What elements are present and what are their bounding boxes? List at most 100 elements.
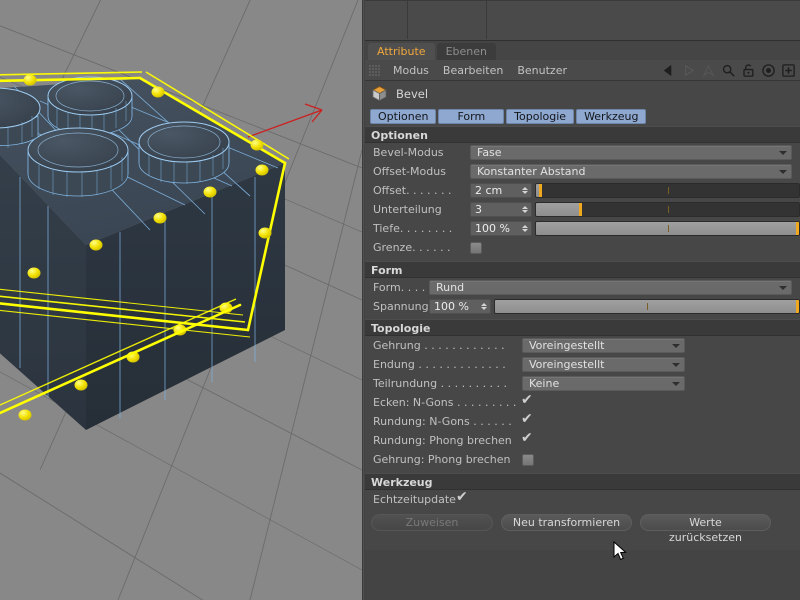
slider-unterteilung[interactable] xyxy=(535,202,800,217)
row-grenze: Grenze. . . . . . xyxy=(365,238,800,257)
forward-arrow-icon[interactable] xyxy=(681,63,696,78)
neu-transformieren-button[interactable]: Neu transformieren xyxy=(501,514,632,531)
input-tiefe[interactable]: 100 % xyxy=(470,221,532,236)
object-header: Bevel xyxy=(365,81,800,106)
dropdown-offset-modus-value: Konstanter Abstand xyxy=(477,165,586,178)
chevron-down-icon xyxy=(672,381,680,386)
label-endung: Endung . . . . . . . . . . . . . xyxy=(373,358,506,371)
tool-button-row: Zuweisen Neu transformieren Werte zurück… xyxy=(365,509,800,544)
section-header-form: Form xyxy=(365,261,800,278)
input-offset[interactable]: 2 cm xyxy=(470,183,532,198)
label-rundung-ngons: Rundung: N-Gons . . . . . . xyxy=(373,415,512,428)
menu-benutzer[interactable]: Benutzer xyxy=(510,64,574,77)
row-bevel-modus: Bevel-Modus Fase xyxy=(365,143,800,162)
dropdown-teilrundung-value: Keine xyxy=(529,377,560,390)
checkbox-ecken-ngons[interactable] xyxy=(521,393,534,409)
label-spannung: Spannung xyxy=(373,300,429,313)
row-endung: Endung . . . . . . . . . . . . . Voreing… xyxy=(365,355,800,374)
dropdown-teilrundung[interactable]: Keine xyxy=(522,376,685,391)
chevron-down-icon xyxy=(779,169,787,174)
label-tiefe: Tiefe. . . . . . . . xyxy=(373,222,453,235)
spinner-offset[interactable] xyxy=(522,187,529,194)
cinema4d-window: Attribute Ebenen Modus Bearbeiten Benutz… xyxy=(0,0,800,600)
checkbox-echtzeitupdate[interactable] xyxy=(456,490,469,506)
slider-spannung[interactable] xyxy=(494,299,800,314)
input-spannung-value: 100 % xyxy=(434,300,469,313)
label-gehrung: Gehrung . . . . . . . . . . . . xyxy=(373,339,505,352)
panel-tabbar: Attribute Ebenen xyxy=(365,41,800,60)
dropdown-bevel-modus[interactable]: Fase xyxy=(470,145,792,160)
spinner-tiefe[interactable] xyxy=(522,225,529,232)
checkbox-rundung-phong[interactable] xyxy=(521,431,534,447)
slider-offset[interactable] xyxy=(535,183,800,198)
menu-bearbeiten[interactable]: Bearbeiten xyxy=(436,64,510,77)
dropdown-offset-modus[interactable]: Konstanter Abstand xyxy=(470,164,792,179)
row-form: Form. . . . Rund xyxy=(365,278,800,297)
object-name: Bevel xyxy=(396,86,429,101)
section-tabbar: Optionen Form Topologie Werkzeug xyxy=(365,106,800,126)
checkbox-grenze[interactable] xyxy=(470,241,482,254)
chevron-down-icon xyxy=(779,285,787,290)
tab-attribute[interactable]: Attribute xyxy=(368,43,435,60)
label-ecken-ngons: Ecken: N-Gons . . . . . . . . . xyxy=(373,396,517,409)
menu-modus[interactable]: Modus xyxy=(386,64,436,77)
row-tiefe: Tiefe. . . . . . . . 100 % xyxy=(365,219,800,238)
section-tab-optionen[interactable]: Optionen xyxy=(370,108,437,124)
dropdown-gehrung[interactable]: Voreingestellt xyxy=(522,338,685,353)
section-body-form: Form. . . . Rund Spannung 100 % xyxy=(365,278,800,319)
row-rundung-phong: Rundung: Phong brechen xyxy=(365,431,800,450)
grip-dots-icon[interactable] xyxy=(369,63,381,77)
row-spannung: Spannung 100 % xyxy=(365,297,800,316)
label-offset-modus: Offset-Modus xyxy=(373,165,446,178)
lock-icon[interactable] xyxy=(741,63,756,78)
werte-zuruecksetzen-button[interactable]: Werte zurücksetzen xyxy=(640,514,771,544)
label-teilrundung: Teilrundung . . . . . . . . . . xyxy=(373,377,508,390)
search-icon[interactable] xyxy=(721,63,736,78)
add-plus-icon[interactable] xyxy=(781,63,796,78)
record-target-icon[interactable] xyxy=(761,63,776,78)
section-body-optionen: Bevel-Modus Fase Offset-Modus Konstanter… xyxy=(365,143,800,261)
row-ecken-ngons: Ecken: N-Gons . . . . . . . . . xyxy=(365,393,800,412)
row-unterteilung: Unterteilung 3 xyxy=(365,200,800,219)
row-teilrundung: Teilrundung . . . . . . . . . . Keine xyxy=(365,374,800,393)
label-offset: Offset. . . . . . . xyxy=(373,184,452,197)
chevron-down-icon xyxy=(672,362,680,367)
spinner-unterteilung[interactable] xyxy=(522,206,529,213)
dropdown-endung-value: Voreingestellt xyxy=(529,358,605,371)
section-tab-werkzeug[interactable]: Werkzeug xyxy=(576,108,647,124)
label-rundung-phong: Rundung: Phong brechen xyxy=(373,434,512,447)
spinner-spannung[interactable] xyxy=(481,303,488,310)
label-grenze: Grenze. . . . . . xyxy=(373,241,451,254)
label-bevel-modus: Bevel-Modus xyxy=(373,146,444,159)
chevron-down-icon xyxy=(779,150,787,155)
dropdown-endung[interactable]: Voreingestellt xyxy=(522,357,685,372)
dropdown-form[interactable]: Rund xyxy=(429,280,792,295)
row-echtzeitupdate: Echtzeitupdate xyxy=(365,490,800,509)
section-body-werkzeug: Echtzeitupdate Zuweisen Neu transformier… xyxy=(365,490,800,550)
section-tab-form[interactable]: Form xyxy=(438,108,505,124)
label-unterteilung: Unterteilung xyxy=(373,203,442,216)
label-form: Form. . . . xyxy=(373,281,426,294)
row-gehrung: Gehrung . . . . . . . . . . . . Voreinge… xyxy=(365,336,800,355)
zuweisen-button[interactable]: Zuweisen xyxy=(371,514,493,531)
checkbox-rundung-ngons[interactable] xyxy=(521,412,534,428)
section-header-optionen: Optionen xyxy=(365,126,800,143)
row-gehrung-phong: Gehrung: Phong brechen xyxy=(365,450,800,469)
input-unterteilung[interactable]: 3 xyxy=(470,202,532,217)
up-arrow-icon[interactable] xyxy=(701,63,716,78)
row-offset: Offset. . . . . . . 2 cm xyxy=(365,181,800,200)
menu-icon-group xyxy=(661,60,796,81)
viewport-render xyxy=(0,0,362,600)
3d-viewport[interactable] xyxy=(0,0,362,600)
section-body-topologie: Gehrung . . . . . . . . . . . . Voreinge… xyxy=(365,336,800,473)
dropdown-bevel-modus-value: Fase xyxy=(477,146,502,159)
section-header-werkzeug: Werkzeug xyxy=(365,473,800,490)
section-tab-topologie[interactable]: Topologie xyxy=(506,108,575,124)
back-arrow-icon[interactable] xyxy=(661,63,676,78)
tab-ebenen[interactable]: Ebenen xyxy=(436,43,496,60)
row-rundung-ngons: Rundung: N-Gons . . . . . . xyxy=(365,412,800,431)
checkbox-gehrung-phong[interactable] xyxy=(522,453,534,466)
slider-tiefe[interactable] xyxy=(535,221,800,236)
label-echtzeitupdate: Echtzeitupdate xyxy=(373,493,456,506)
input-spannung[interactable]: 100 % xyxy=(429,299,491,314)
